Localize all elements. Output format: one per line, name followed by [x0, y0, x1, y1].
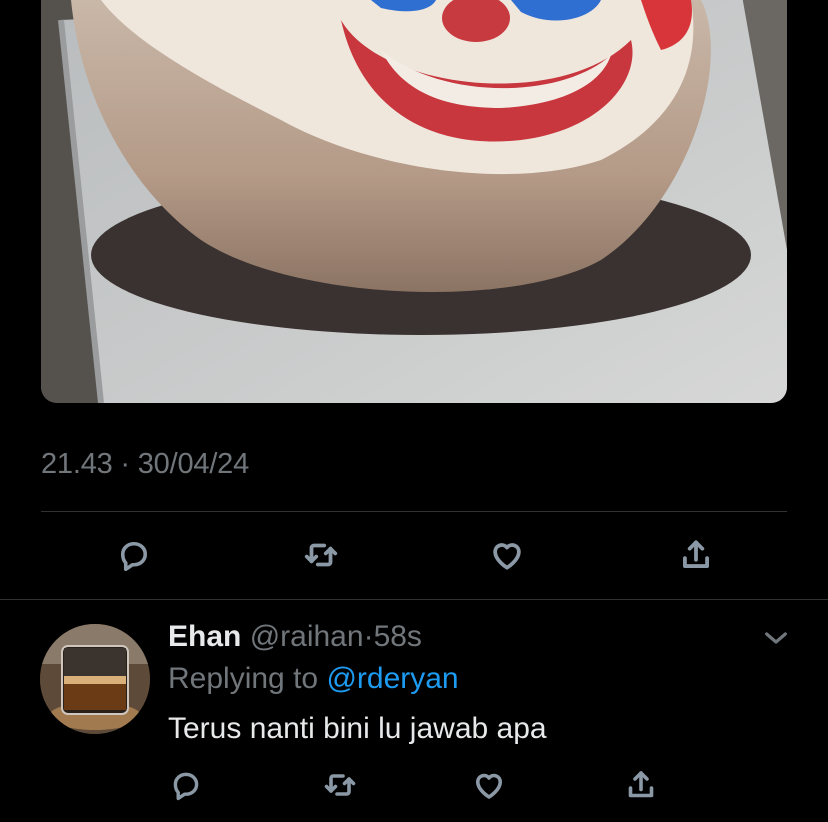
reply-reply-button[interactable]: [162, 761, 210, 809]
tweet-timestamp[interactable]: 21.43 · 30/04/24: [41, 448, 249, 481]
share-icon: [683, 540, 709, 568]
share-button[interactable]: [672, 531, 720, 579]
reply-header: Ehan @raihan·58s: [168, 620, 422, 654]
more-options-button[interactable]: [760, 622, 792, 654]
avatar[interactable]: [40, 624, 150, 734]
reply-icon: [120, 541, 148, 572]
clown-cake-photo: [41, 0, 787, 403]
retweet-icon: [324, 774, 356, 796]
reply-retweet-button[interactable]: [316, 761, 364, 809]
coffee-glass-avatar: [40, 624, 150, 734]
reply-time[interactable]: 58s: [374, 620, 422, 653]
reply-like-button[interactable]: [465, 761, 513, 809]
retweet-icon: [304, 543, 338, 567]
retweet-button[interactable]: [297, 531, 345, 579]
tweet-media-image[interactable]: [41, 0, 787, 403]
reply-icon: [173, 772, 199, 801]
reply-text: Terus nanti bini lu jawab apa: [168, 712, 547, 745]
divider: [0, 599, 828, 600]
display-name[interactable]: Ehan: [168, 620, 241, 653]
heart-icon: [493, 543, 521, 570]
share-icon: [628, 771, 654, 798]
reply-share-button[interactable]: [617, 761, 665, 809]
chevron-down-icon: [765, 632, 787, 644]
mention-link[interactable]: @rderyan: [326, 662, 458, 695]
user-handle[interactable]: @raihan: [250, 620, 364, 653]
separator-dot: ·: [363, 620, 374, 653]
heart-icon: [475, 773, 503, 799]
replying-to-line: Replying to @rderyan: [168, 662, 459, 696]
like-button[interactable]: [483, 531, 531, 579]
reply-button[interactable]: [110, 531, 158, 579]
divider: [41, 511, 787, 512]
replying-prefix: Replying to: [168, 662, 319, 695]
